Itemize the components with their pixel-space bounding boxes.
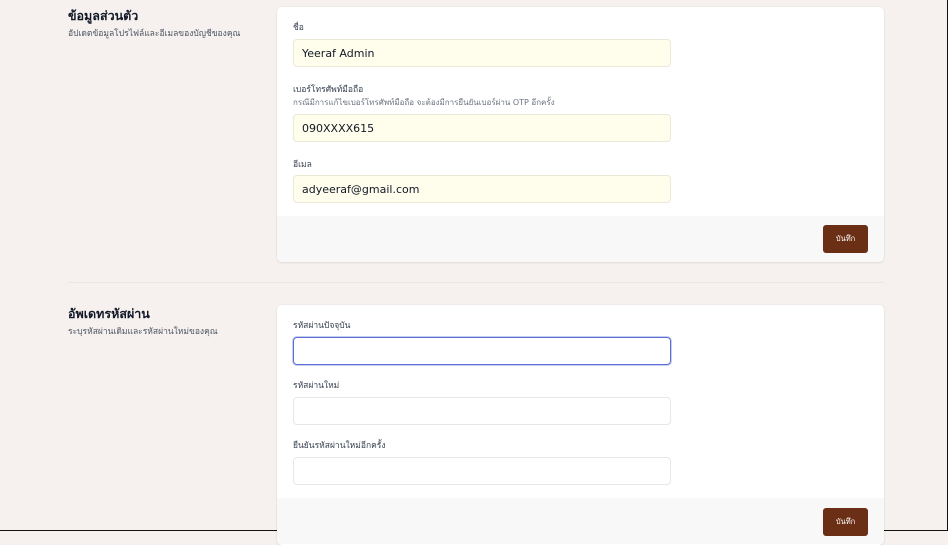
confirm-password-field-group: ยืนยันรหัสผ่านใหม่อีกครั้ง <box>293 440 671 485</box>
current-password-field-group: รหัสผ่านปัจจุบัน <box>293 320 671 365</box>
section-divider <box>68 282 884 283</box>
phone-help-text: กรณีมีการแก้ไขเบอร์โทรศัพท์มือถือ จะต้อง… <box>293 98 555 107</box>
profile-card: ชื่อ เบอร์โทรศัพท์มือถือ กรณีมีการแก้ไขเ… <box>277 7 884 262</box>
confirm-password-input[interactable] <box>293 457 671 485</box>
name-input[interactable] <box>293 39 671 67</box>
phone-field-group: เบอร์โทรศัพท์มือถือ กรณีมีการแก้ไขเบอร์โ… <box>293 84 671 142</box>
confirm-password-label: ยืนยันรหัสผ่านใหม่อีกครั้ง <box>293 441 386 451</box>
new-password-field-group: รหัสผ่านใหม่ <box>293 380 671 425</box>
password-section-subtitle: ระบุรหัสผ่านเดิมและรหัสผ่านใหม่ของคุณ <box>68 327 218 337</box>
email-label: อีเมล <box>293 160 312 170</box>
current-password-input[interactable] <box>293 337 671 365</box>
new-password-label: รหัสผ่านใหม่ <box>293 381 340 391</box>
password-card: รหัสผ่านปัจจุบัน รหัสผ่านใหม่ ยืนยันรหัส… <box>277 305 884 545</box>
profile-section-subtitle: อัปเดตข้อมูลโปรไฟล์และอีเมลของบัญชีของคุ… <box>68 29 241 39</box>
name-label: ชื่อ <box>293 23 304 33</box>
email-input[interactable] <box>293 175 671 203</box>
email-field-group: อีเมล <box>293 159 671 203</box>
password-section-header: อัพเดทรหัสผ่าน ระบุรหัสผ่านเดิมและรหัสผ่… <box>68 306 268 338</box>
profile-section-title: ข้อมูลส่วนตัว <box>68 8 139 23</box>
phone-input[interactable] <box>293 114 671 142</box>
password-save-button[interactable]: บันทึก <box>823 508 868 536</box>
name-field-group: ชื่อ <box>293 22 671 67</box>
current-password-label: รหัสผ่านปัจจุบัน <box>293 321 351 331</box>
profile-card-footer: บันทึก <box>277 216 884 262</box>
password-section-title: อัพเดทรหัสผ่าน <box>68 306 150 321</box>
profile-section-header: ข้อมูลส่วนตัว อัปเดตข้อมูลโปรไฟล์และอีเม… <box>68 8 268 40</box>
phone-label: เบอร์โทรศัพท์มือถือ <box>293 85 364 95</box>
password-card-footer: บันทึก <box>277 498 884 544</box>
profile-save-button[interactable]: บันทึก <box>823 225 868 253</box>
new-password-input[interactable] <box>293 397 671 425</box>
